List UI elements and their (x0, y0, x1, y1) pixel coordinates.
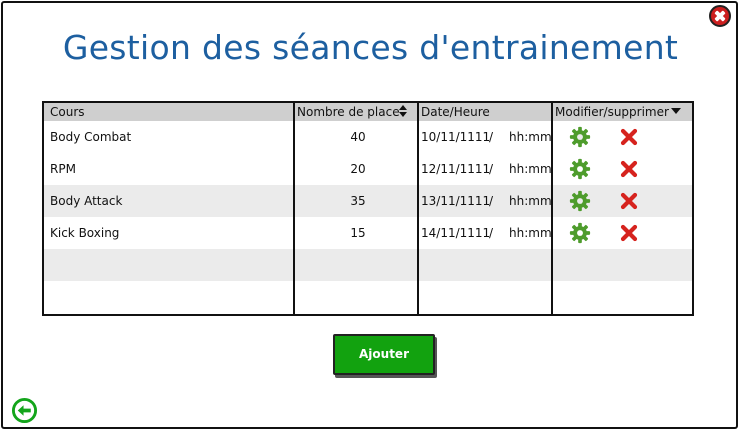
delete-x-icon[interactable] (620, 192, 638, 210)
cell-time: hh:mm (509, 162, 552, 176)
cell-places: 15 (350, 226, 366, 240)
column-header-places[interactable]: Nombre de place (297, 104, 400, 120)
table-row-empty[interactable] (44, 249, 692, 281)
cell-time: hh:mm (509, 130, 552, 144)
gear-icon[interactable] (569, 222, 591, 244)
gear-icon[interactable] (569, 158, 591, 180)
sessions-table: Body Combat 40 10/11/1111 / hh:mm RPM 20… (42, 101, 694, 316)
cell-cours: Kick Boxing (50, 226, 120, 240)
table-row-empty[interactable] (44, 281, 692, 313)
back-arrow-icon[interactable] (11, 397, 38, 424)
cell-date: 13/11/1111 (421, 194, 491, 208)
cell-time: hh:mm (509, 194, 552, 208)
delete-x-icon[interactable] (620, 224, 638, 242)
cell-separator: / (489, 162, 494, 176)
cell-time: hh:mm (509, 226, 552, 240)
gear-icon[interactable] (569, 190, 591, 212)
cell-cours: RPM (50, 162, 76, 176)
gear-icon[interactable] (569, 126, 591, 148)
page-title: Gestion des séances d'entrainement (62, 28, 679, 67)
column-header-actions[interactable]: Modifier/supprimer (555, 104, 669, 120)
delete-x-icon[interactable] (620, 128, 638, 146)
dropdown-icon[interactable] (671, 108, 681, 114)
cell-places: 20 (350, 162, 366, 176)
cell-places: 40 (350, 130, 366, 144)
table-row[interactable]: RPM 20 12/11/1111 / hh:mm (44, 153, 692, 185)
cell-separator: / (489, 194, 494, 208)
cell-date: 12/11/1111 (421, 162, 491, 176)
column-divider (293, 103, 295, 314)
close-icon[interactable] (709, 5, 731, 27)
cell-date: 14/11/1111 (421, 226, 491, 240)
table-row[interactable]: Body Attack 35 13/11/1111 / hh:mm (44, 185, 692, 217)
cell-separator: / (489, 226, 494, 240)
cell-cours: Body Combat (50, 130, 132, 144)
cell-date: 10/11/1111 (421, 130, 491, 144)
column-header-cours[interactable]: Cours (50, 104, 85, 120)
add-session-button[interactable]: Ajouter (333, 334, 435, 375)
column-divider (417, 103, 419, 314)
sort-icon[interactable] (399, 105, 408, 118)
table-row[interactable]: Kick Boxing 15 14/11/1111 / hh:mm (44, 217, 692, 249)
column-divider (551, 103, 553, 314)
table-row[interactable]: Body Combat 40 10/11/1111 / hh:mm (44, 121, 692, 153)
column-header-date[interactable]: Date/Heure (421, 104, 490, 120)
cell-places: 35 (350, 194, 366, 208)
delete-x-icon[interactable] (620, 160, 638, 178)
cell-separator: / (489, 130, 494, 144)
cell-cours: Body Attack (50, 194, 123, 208)
